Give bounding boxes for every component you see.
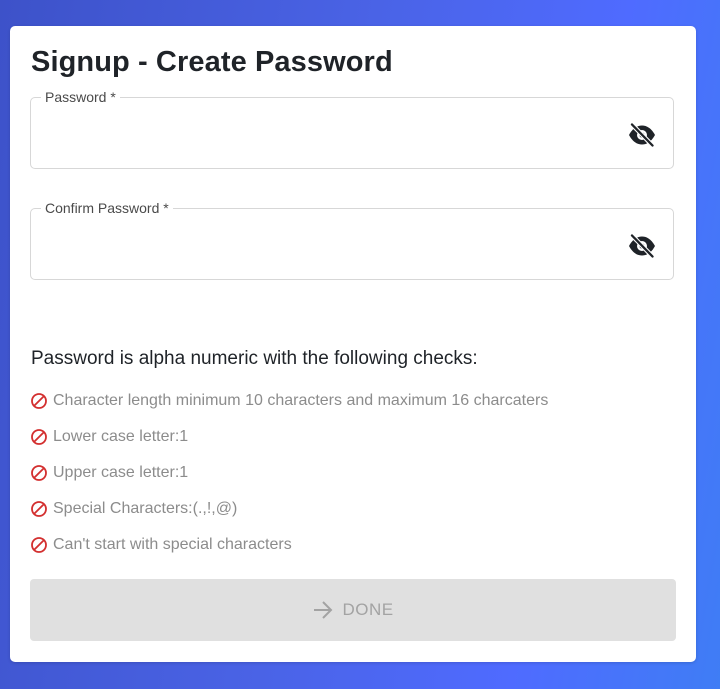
eye-off-icon[interactable]: [627, 122, 657, 148]
password-label: Password *: [41, 89, 120, 105]
prohibited-icon: [31, 501, 47, 517]
requirement-item: Upper case letter:1: [30, 455, 548, 491]
requirement-item: Character length minimum 10 characters a…: [30, 383, 548, 419]
prohibited-icon: [31, 429, 47, 445]
prohibited-icon: [31, 393, 47, 409]
page-title: Signup - Create Password: [31, 46, 393, 78]
requirement-item: Lower case letter:1: [30, 419, 548, 455]
done-button-label: DONE: [342, 600, 394, 619]
done-button[interactable]: DONE: [30, 579, 676, 641]
requirement-item: Special Characters:(.,!,@): [30, 491, 548, 527]
password-input[interactable]: [45, 118, 619, 150]
requirement-label: Character length minimum 10 characters a…: [53, 392, 549, 409]
confirm-password-input[interactable]: [45, 229, 619, 261]
signup-card: Signup - Create Password Password * Conf…: [10, 26, 696, 662]
requirement-label: Upper case letter:1: [53, 464, 189, 481]
requirement-item: Can't start with special characters: [30, 527, 548, 563]
confirm-password-field[interactable]: Confirm Password *: [30, 200, 674, 280]
requirements-list: Character length minimum 10 characters a…: [30, 383, 548, 563]
confirm-password-label: Confirm Password *: [41, 200, 173, 216]
requirement-label: Special Characters:(.,!,@): [53, 500, 238, 517]
requirement-label: Lower case letter:1: [53, 428, 189, 445]
prohibited-icon: [31, 537, 47, 553]
password-field[interactable]: Password *: [30, 89, 674, 169]
arrow-right-icon: [314, 601, 333, 619]
requirement-label: Can't start with special characters: [53, 536, 292, 553]
prohibited-icon: [31, 465, 47, 481]
requirements-heading: Password is alpha numeric with the follo…: [31, 348, 478, 369]
eye-off-icon[interactable]: [627, 233, 657, 259]
